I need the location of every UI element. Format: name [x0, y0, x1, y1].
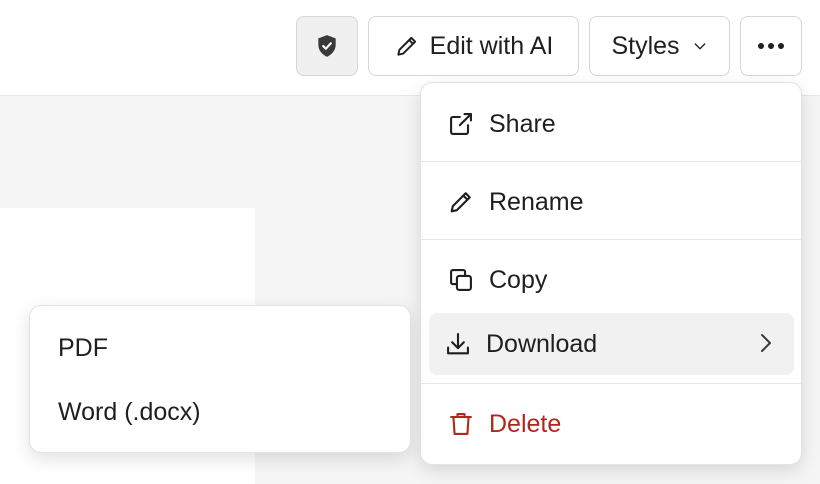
download-pdf-option[interactable]: PDF [30, 320, 410, 376]
download-submenu: PDF Word (.docx) [29, 305, 411, 453]
more-horizontal-icon [757, 42, 785, 50]
edit-with-ai-label: Edit with AI [429, 31, 554, 60]
menu-item-delete[interactable]: Delete [421, 385, 801, 463]
more-options-menu: Share Rename Copy Download Delete [420, 82, 802, 465]
more-options-button[interactable] [740, 16, 802, 76]
menu-item-share-label: Share [489, 109, 556, 138]
menu-item-download-label: Download [486, 329, 598, 358]
styles-label: Styles [611, 31, 680, 60]
shield-check-icon [314, 33, 340, 59]
edit-with-ai-button[interactable]: Edit with AI [368, 16, 579, 76]
download-icon [444, 330, 472, 358]
pencil-icon [394, 33, 420, 59]
download-docx-option[interactable]: Word (.docx) [30, 384, 410, 440]
menu-item-copy[interactable]: Copy [421, 241, 801, 319]
chevron-right-icon [756, 332, 776, 361]
menu-item-download[interactable]: Download [429, 313, 794, 375]
copy-icon [447, 266, 475, 294]
trash-icon [447, 410, 475, 438]
download-pdf-label: PDF [58, 333, 108, 362]
privacy-shield-button[interactable] [296, 16, 358, 76]
pencil-icon [447, 188, 475, 216]
chevron-down-icon [692, 38, 708, 54]
menu-divider [421, 383, 801, 384]
styles-dropdown[interactable]: Styles [589, 16, 730, 76]
menu-item-delete-label: Delete [489, 409, 562, 438]
menu-divider [421, 161, 801, 162]
download-docx-label: Word (.docx) [58, 397, 201, 426]
menu-item-rename[interactable]: Rename [421, 163, 801, 241]
share-icon [447, 110, 475, 138]
menu-item-share[interactable]: Share [421, 85, 801, 163]
menu-item-copy-label: Copy [489, 265, 548, 294]
menu-divider [421, 239, 801, 240]
menu-item-rename-label: Rename [489, 187, 584, 216]
